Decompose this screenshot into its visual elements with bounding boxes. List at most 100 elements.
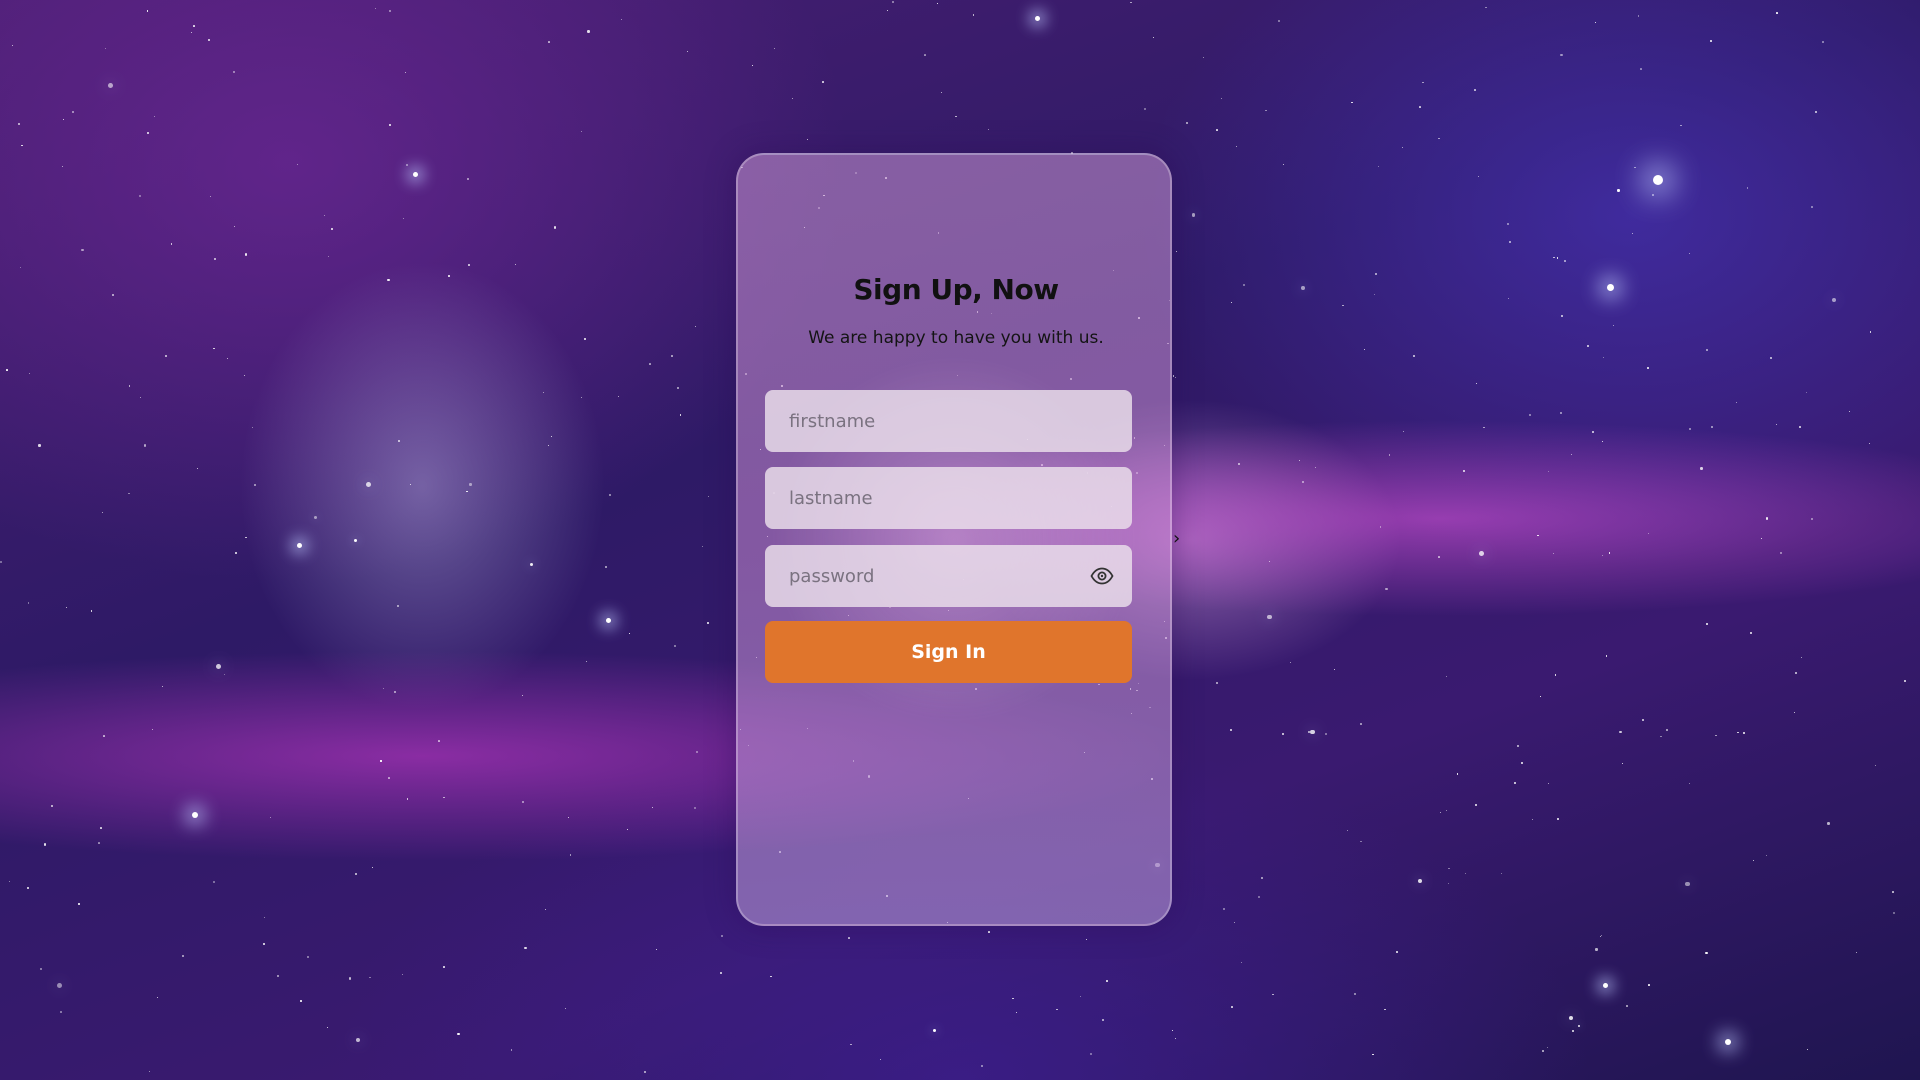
star	[1587, 345, 1589, 348]
sign-in-button[interactable]: Sign In	[765, 621, 1132, 683]
star	[28, 372, 30, 374]
star	[1689, 783, 1691, 785]
star	[112, 294, 115, 297]
star	[1903, 679, 1907, 683]
form-title: Sign Up, Now	[853, 273, 1059, 306]
star	[196, 467, 198, 469]
star	[409, 484, 411, 485]
star	[1641, 719, 1644, 722]
star	[468, 263, 470, 266]
star	[388, 777, 390, 779]
star	[1261, 877, 1264, 880]
star	[1539, 695, 1541, 697]
star	[564, 1007, 567, 1009]
star	[235, 551, 238, 554]
star	[60, 1010, 62, 1013]
lastname-input[interactable]	[765, 467, 1132, 529]
chevron-right-icon[interactable]: ›	[1173, 528, 1180, 549]
star	[1537, 534, 1539, 537]
star	[263, 942, 266, 945]
star	[1647, 367, 1649, 370]
star	[1240, 961, 1243, 964]
star	[161, 686, 163, 688]
star	[1652, 193, 1655, 196]
firstname-field-container	[765, 390, 1132, 452]
star	[1402, 147, 1404, 149]
star	[393, 691, 396, 694]
star	[1715, 734, 1717, 737]
star	[1564, 260, 1566, 262]
star	[1056, 1008, 1059, 1011]
star	[1806, 1048, 1809, 1051]
star	[164, 354, 167, 358]
star	[1235, 145, 1237, 147]
star	[987, 128, 989, 130]
star	[1230, 301, 1232, 303]
star	[1560, 412, 1563, 415]
star	[1868, 443, 1870, 445]
star	[1102, 1018, 1105, 1021]
star	[1447, 867, 1450, 870]
star	[1760, 538, 1762, 540]
star	[529, 562, 533, 567]
star	[1831, 297, 1837, 303]
star	[401, 973, 403, 975]
password-input[interactable]	[765, 545, 1132, 607]
star	[1130, 2, 1132, 4]
star	[1238, 463, 1241, 466]
star	[1080, 995, 1082, 997]
star	[1737, 731, 1739, 733]
star	[706, 621, 710, 624]
star	[1780, 552, 1782, 554]
star	[207, 39, 210, 42]
star	[383, 687, 385, 690]
star	[244, 253, 247, 256]
star	[1501, 872, 1503, 874]
star	[355, 872, 358, 875]
star	[629, 633, 630, 634]
star	[404, 71, 407, 74]
star	[1742, 731, 1745, 735]
star	[1105, 980, 1108, 983]
star	[569, 854, 572, 856]
star	[397, 604, 400, 607]
star	[100, 827, 102, 829]
star	[1354, 992, 1357, 995]
star	[1476, 382, 1478, 385]
star	[1351, 101, 1353, 104]
star	[941, 91, 942, 93]
star	[1776, 12, 1778, 14]
star	[1272, 993, 1274, 995]
star	[587, 30, 590, 33]
star	[1647, 532, 1649, 534]
star	[146, 131, 149, 134]
star	[1557, 817, 1560, 820]
star	[1516, 744, 1519, 747]
star	[656, 948, 658, 950]
star	[1710, 39, 1712, 42]
star	[1685, 881, 1690, 887]
star	[1666, 729, 1669, 732]
eye-icon[interactable]	[1090, 564, 1114, 588]
star	[144, 444, 147, 447]
star	[389, 124, 392, 127]
star	[1552, 553, 1555, 555]
star	[671, 355, 674, 358]
star	[617, 395, 619, 397]
star	[1457, 773, 1459, 775]
bright-star	[1606, 283, 1614, 291]
star	[1221, 97, 1223, 99]
star	[676, 386, 679, 389]
star	[348, 977, 351, 980]
star	[103, 735, 106, 738]
star	[1591, 431, 1594, 434]
star	[465, 490, 468, 493]
star	[543, 391, 545, 394]
star	[1660, 735, 1662, 738]
star	[1507, 297, 1509, 299]
firstname-input[interactable]	[765, 390, 1132, 452]
star	[1395, 950, 1398, 953]
star	[1185, 121, 1188, 124]
star	[215, 664, 221, 670]
star	[253, 484, 256, 487]
